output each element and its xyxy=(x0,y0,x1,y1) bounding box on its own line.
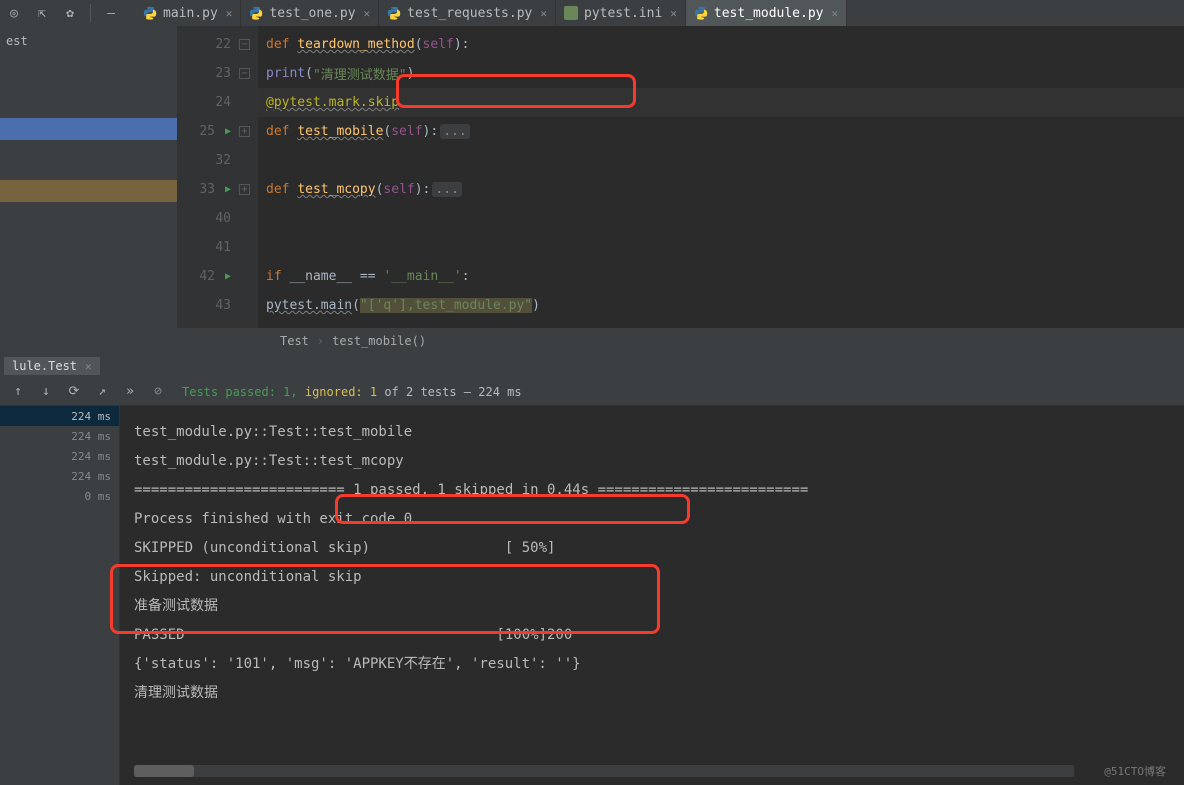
test-tree[interactable]: 224 ms 224 ms 224 ms 224 ms 0 ms xyxy=(0,406,120,785)
export-icon[interactable]: ↗ xyxy=(92,382,112,402)
console-line: Skipped: unconditional skip xyxy=(134,563,1170,592)
console-line: test_module.py::Test::test_mobile xyxy=(134,418,1170,447)
close-icon[interactable]: ✕ xyxy=(85,360,92,373)
line-number: 24 xyxy=(205,95,231,110)
collapse-icon[interactable]: — xyxy=(101,3,121,23)
editor-tabs: main.py✕ test_one.py✕ test_requests.py✕ … xyxy=(135,0,1184,26)
tree-row[interactable]: 224 ms xyxy=(0,466,119,486)
python-icon xyxy=(143,6,157,20)
tree-row[interactable]: 0 ms xyxy=(0,486,119,506)
chevron-right-icon: › xyxy=(317,334,324,348)
line-number: 41 xyxy=(205,240,231,255)
test-runner-toolbar: ↑ ↓ ⟳ ↗ » ⊘ Tests passed: 1, ignored: 1 … xyxy=(0,378,1184,406)
breadcrumb-item[interactable]: test_mobile() xyxy=(332,334,426,348)
fold-icon[interactable]: − xyxy=(239,39,250,50)
python-icon xyxy=(249,6,263,20)
settings-icon[interactable]: ✿ xyxy=(60,3,80,23)
run-gutter-icon[interactable]: ▶ xyxy=(225,184,231,195)
python-icon xyxy=(694,6,708,20)
gutter: 22− 23− 24 25▶+ 32 33▶+ 40 41 42▶ 43 xyxy=(178,26,258,328)
console-output[interactable]: test_module.py::Test::test_mobile test_m… xyxy=(120,406,1184,785)
duration: 224 ms xyxy=(71,430,111,443)
arrow-down-icon[interactable]: ↓ xyxy=(36,382,56,402)
line-number: 32 xyxy=(205,153,231,168)
breadcrumb[interactable]: Test › test_mobile() xyxy=(0,328,1184,354)
console-line: test_module.py::Test::test_mcopy xyxy=(134,447,1170,476)
line-number: 43 xyxy=(205,298,231,313)
tab-label: test_requests.py xyxy=(407,6,532,21)
tab-label: pytest.ini xyxy=(584,6,662,21)
watermark: @51CTO博客 xyxy=(1104,763,1166,779)
close-icon[interactable]: ✕ xyxy=(831,7,838,20)
tree-row[interactable]: 224 ms xyxy=(0,426,119,446)
tab-test-requests[interactable]: test_requests.py ✕ xyxy=(379,0,556,26)
tree-row[interactable]: 224 ms xyxy=(0,406,119,426)
main-toolbar: ◎ ⇱ ✿ — main.py ✕ test_one.py ✕ test_reque… xyxy=(0,0,1184,26)
ini-icon xyxy=(564,6,578,20)
console-line: {'status': '101', 'msg': 'APPKEY不存在', 'r… xyxy=(134,650,1170,679)
tool-tab-run[interactable]: lule.Test ✕ xyxy=(4,357,100,375)
tab-label: test_one.py xyxy=(269,6,355,21)
line-number: 25 xyxy=(189,124,215,139)
line-number: 22 xyxy=(205,37,231,52)
duration: 0 ms xyxy=(85,490,112,503)
console-line: Process finished with exit code 0 xyxy=(134,505,1170,534)
tab-label: main.py xyxy=(163,6,218,21)
fold-icon[interactable]: − xyxy=(239,68,250,79)
run-gutter-icon[interactable]: ▶ xyxy=(225,126,231,137)
duration: 224 ms xyxy=(71,450,111,463)
history-icon[interactable]: ⟳ xyxy=(64,382,84,402)
line-number: 23 xyxy=(205,66,231,81)
scrollbar-track[interactable] xyxy=(134,765,1074,777)
duration: 224 ms xyxy=(71,410,111,423)
more-icon[interactable]: » xyxy=(120,382,140,402)
scrollbar-thumb[interactable] xyxy=(134,765,194,777)
console-line: SKIPPED (unconditional skip) [ 50%] xyxy=(134,534,1170,563)
tab-pytest-ini[interactable]: pytest.ini ✕ xyxy=(556,0,686,26)
tool-tab-label: lule.Test xyxy=(12,359,77,373)
breadcrumb-item[interactable]: Test xyxy=(280,334,309,348)
tab-main[interactable]: main.py ✕ xyxy=(135,0,241,26)
project-sidebar[interactable]: est xyxy=(0,26,178,328)
arrow-up-icon[interactable]: ↑ xyxy=(8,382,28,402)
fold-icon[interactable]: + xyxy=(239,126,250,137)
console-line: ========================= 1 passed, 1 sk… xyxy=(134,476,1170,505)
tab-test-module[interactable]: test_module.py ✕ xyxy=(686,0,847,26)
close-icon[interactable]: ✕ xyxy=(226,7,233,20)
tool-tabs: lule.Test ✕ xyxy=(0,354,1184,378)
expand-icon[interactable]: ⇱ xyxy=(32,3,52,23)
line-number: 33 xyxy=(189,182,215,197)
console-line: 准备测试数据 xyxy=(134,592,1170,621)
sidebar-node[interactable] xyxy=(0,180,177,202)
run-gutter-icon[interactable]: ▶ xyxy=(225,271,231,282)
close-icon[interactable]: ✕ xyxy=(670,7,677,20)
close-icon[interactable]: ✕ xyxy=(364,7,371,20)
duration: 224 ms xyxy=(71,470,111,483)
fold-icon[interactable]: + xyxy=(239,184,250,195)
line-number: 40 xyxy=(205,211,231,226)
tab-label: test_module.py xyxy=(714,6,824,21)
tab-test-one[interactable]: test_one.py ✕ xyxy=(241,0,379,26)
python-icon xyxy=(387,6,401,20)
console-line: PASSED [100%]200 xyxy=(134,621,1170,650)
console-line: 清理测试数据 xyxy=(134,679,1170,708)
test-status: Tests passed: 1, ignored: 1 of 2 tests –… xyxy=(182,385,522,399)
close-icon[interactable]: ✕ xyxy=(540,7,547,20)
target-icon[interactable]: ◎ xyxy=(4,3,24,23)
tree-row[interactable]: 224 ms xyxy=(0,446,119,466)
sidebar-selected-node[interactable] xyxy=(0,118,177,140)
sidebar-header: est xyxy=(6,34,28,48)
disabled-icon: ⊘ xyxy=(148,382,168,402)
line-number: 42 xyxy=(189,269,215,284)
code-editor[interactable]: 22− 23− 24 25▶+ 32 33▶+ 40 41 42▶ 43 def… xyxy=(178,26,1184,328)
code-area[interactable]: def teardown_method(self): print("清理测试数据… xyxy=(258,26,1184,328)
